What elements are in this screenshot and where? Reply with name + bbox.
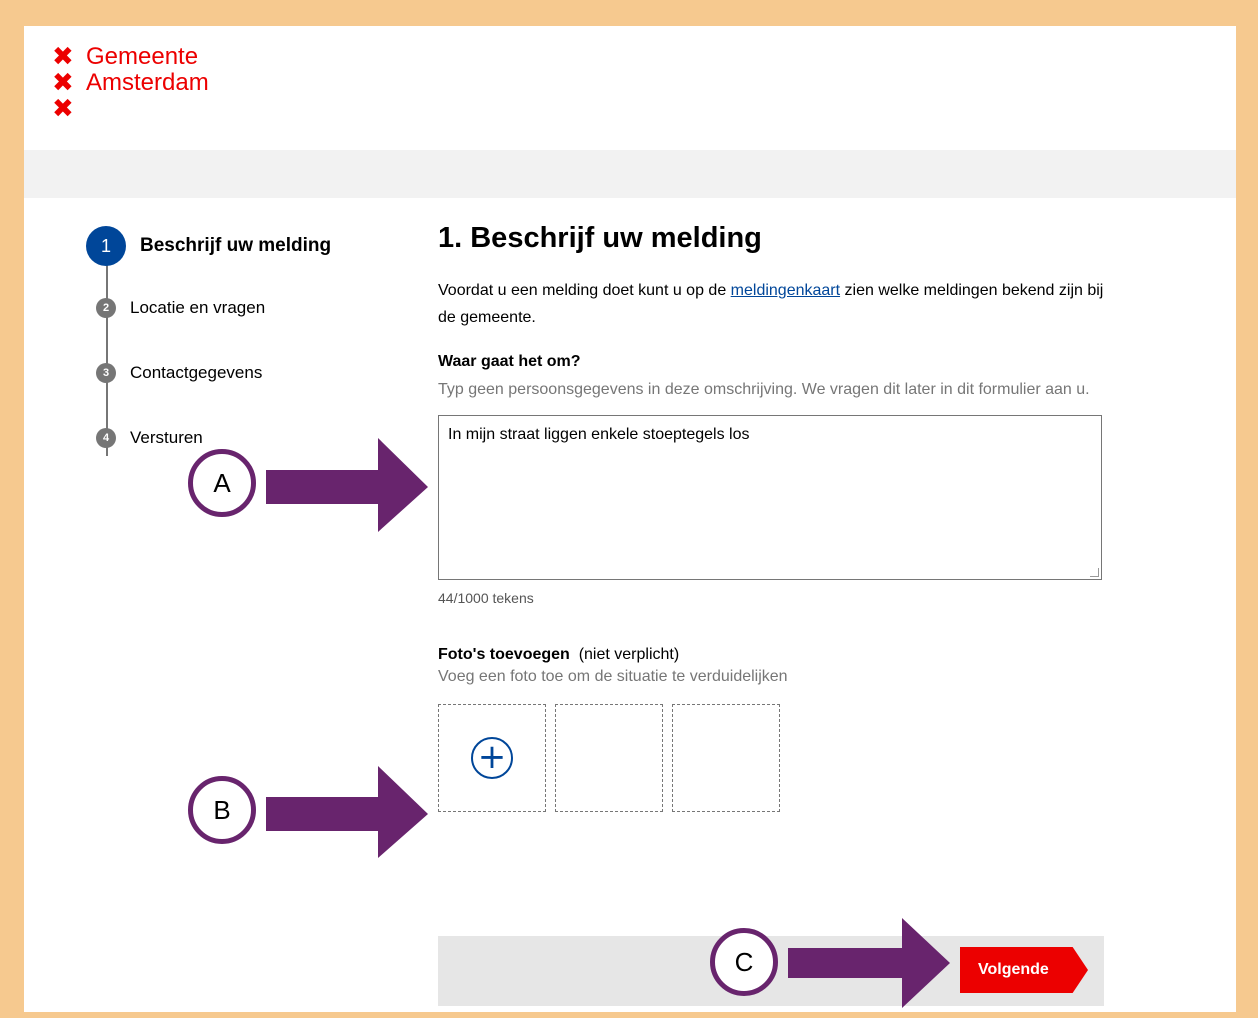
photos-hint: Voeg een foto toe om de situatie te verd… (438, 668, 788, 685)
andreas-cross-icon: ✖ (52, 94, 74, 124)
photos-optional: (niet verplicht) (578, 646, 680, 663)
description-hint: Typ geen persoonsgegevens in deze omschr… (438, 381, 1090, 398)
stepper-line (106, 256, 108, 456)
andreas-cross-icon: ✖ (52, 42, 74, 72)
photo-upload-slots: + (438, 704, 1108, 812)
photos-title: Foto's toevoegen (438, 646, 570, 663)
annotation-badge-b: B (188, 776, 256, 844)
page-frame: ✖ Gemeente ✖ Amsterdam ✖ 1 Beschrijf uw me… (24, 26, 1236, 1012)
intro-text: Voordat u een melding doet kunt u op de … (438, 277, 1108, 331)
annotation-badge-c: C (710, 928, 778, 996)
step-label: Contactgegevens (130, 363, 263, 382)
description-label: Waar gaat het om? (438, 353, 581, 370)
step-number: 3 (96, 363, 116, 383)
step-1: 1 Beschrijf uw melding (86, 226, 331, 266)
logo-text-line-1: Gemeente (86, 43, 199, 70)
description-textarea[interactable]: In mijn straat liggen enkele stoeptegels… (438, 415, 1102, 580)
photo-slot (672, 704, 780, 812)
photo-slot (555, 704, 663, 812)
intro-text-start: Voordat u een melding doet kunt u op de (438, 282, 731, 299)
step-label: Beschrijf uw melding (140, 235, 332, 256)
progress-stepper: 1 Beschrijf uw melding 2 Locatie en vrag… (86, 226, 406, 486)
step-2: 2 Locatie en vragen (86, 298, 265, 318)
header-divider-bar (24, 150, 1236, 198)
plus-icon: + (471, 737, 513, 779)
photos-label: Foto's toevoegen (niet verplicht) (438, 646, 1108, 664)
step-4: 4 Versturen (86, 428, 203, 448)
step-label: Locatie en vragen (130, 298, 266, 317)
next-button[interactable]: Volgende (960, 947, 1088, 993)
andreas-cross-icon: ✖ (52, 68, 74, 98)
character-counter: 44/1000 tekens (438, 590, 534, 606)
form-main: 1. Beschrijf uw melding Voordat u een me… (438, 222, 1108, 812)
annotation-badge-a: A (188, 449, 256, 517)
step-number: 4 (96, 428, 116, 448)
step-number: 1 (86, 226, 126, 266)
description-value: In mijn straat liggen enkele stoeptegels… (448, 426, 750, 443)
gemeente-amsterdam-logo[interactable]: ✖ Gemeente ✖ Amsterdam ✖ (52, 42, 209, 124)
add-photo-button[interactable]: + (438, 704, 546, 812)
meldingenkaart-link[interactable]: meldingenkaart (731, 282, 840, 299)
step-number: 2 (96, 298, 116, 318)
step-3: 3 Contactgegevens (86, 363, 262, 383)
resize-handle-icon[interactable] (1090, 568, 1099, 577)
page-title: 1. Beschrijf uw melding (438, 222, 762, 254)
step-label: Versturen (130, 428, 203, 447)
logo-text-line-2: Amsterdam (86, 69, 209, 96)
